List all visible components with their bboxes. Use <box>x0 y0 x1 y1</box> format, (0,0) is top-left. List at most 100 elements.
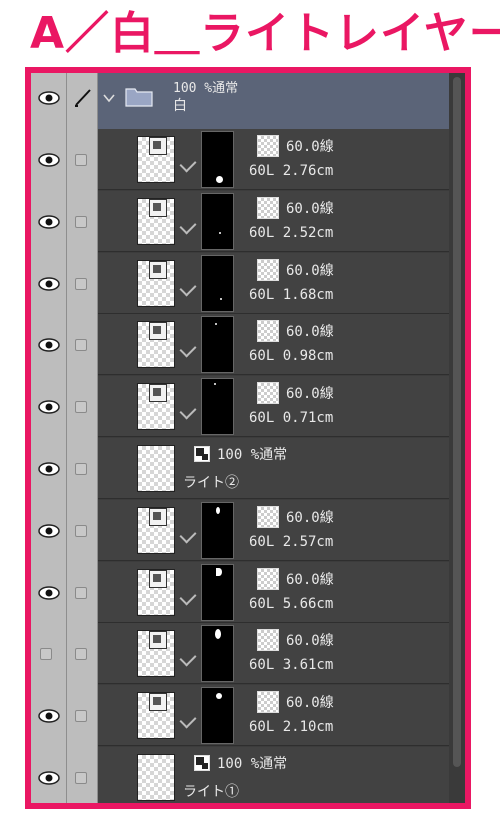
layer-thumbnail <box>137 754 175 801</box>
layer-row[interactable]: 60.0線 60L 0.71cm <box>31 376 455 438</box>
vector-layer-icon <box>149 507 167 526</box>
layer-opacity-mode: 60.0線 <box>286 695 334 712</box>
lock-checkbox[interactable] <box>75 710 87 723</box>
layer-row[interactable]: 100 %通常ライト② <box>31 438 455 499</box>
eye-icon[interactable] <box>38 215 60 229</box>
layer-opacity-mode: 60.0線 <box>286 200 334 217</box>
blend-thumbnail <box>257 382 279 405</box>
lock-checkbox[interactable] <box>75 772 87 784</box>
blend-thumbnail <box>257 196 279 219</box>
layer-row[interactable]: 60.0線 60L 0.98cm <box>31 314 455 376</box>
vector-layer-icon <box>149 322 167 341</box>
lock-checkbox[interactable] <box>75 339 87 352</box>
mask-spot <box>216 506 220 514</box>
mask-thumbnail <box>201 563 234 621</box>
eye-icon[interactable] <box>38 91 60 105</box>
mask-thumbnail <box>201 316 234 374</box>
layer-opacity-mode: 60.0線 <box>286 509 334 526</box>
layer-row[interactable]: 60.0線 60L 2.10cm <box>31 685 455 747</box>
layer-row[interactable]: 60.0線 60L 5.66cm <box>31 561 455 623</box>
mask-thumbnail <box>201 192 234 250</box>
mask-spot <box>215 323 217 326</box>
vector-layer-icon <box>149 693 167 712</box>
lock-checkbox[interactable] <box>75 463 87 475</box>
vector-layer-icon <box>149 137 167 155</box>
mask-spot <box>216 176 223 183</box>
blend-thumbnail <box>257 320 279 343</box>
layer-row[interactable]: 60.0線 60L 3.61cm <box>31 623 455 685</box>
layer-info: 60L 2.76cm <box>249 163 334 179</box>
blend-thumbnail <box>257 567 279 590</box>
visibility-checkbox[interactable] <box>40 648 52 661</box>
layer-opacity-mode: 60.0線 <box>286 633 334 650</box>
lock-checkbox[interactable] <box>75 401 87 414</box>
layer-thumbnail <box>137 445 175 492</box>
folder-icon <box>125 88 153 107</box>
vector-layer-icon <box>149 384 167 403</box>
layer-info: 60L 2.57cm <box>249 533 334 550</box>
layer-row[interactable]: 60.0線 60L 2.57cm <box>31 499 455 561</box>
mask-thumbnail <box>201 131 234 188</box>
eye-icon[interactable] <box>38 709 60 723</box>
mask-spot <box>220 297 222 300</box>
mask-thumbnail <box>201 625 234 683</box>
vector-layer-icon <box>149 569 167 588</box>
lock-checkbox[interactable] <box>75 215 87 228</box>
layer-row[interactable]: 100 %通常ライト① <box>31 747 455 803</box>
layer-info: 60L 5.66cm <box>249 595 334 612</box>
raster-layer-icon <box>194 755 210 771</box>
mask-thumbnail <box>201 687 234 745</box>
eye-icon[interactable] <box>38 276 60 291</box>
blend-thumbnail <box>257 505 279 528</box>
layer-opacity-mode: 60.0線 <box>286 139 334 155</box>
eye-icon[interactable] <box>38 771 60 785</box>
mask-thumbnail <box>201 254 234 312</box>
eye-icon[interactable] <box>38 153 60 167</box>
blend-thumbnail <box>257 691 279 714</box>
scrollbar[interactable] <box>449 73 465 803</box>
raster-layer-icon <box>194 446 210 462</box>
layer-info: 60L 2.10cm <box>249 719 334 736</box>
layer-opacity-mode: 60.0線 <box>286 386 334 403</box>
blend-thumbnail <box>257 135 279 157</box>
layer-panel: 100 %通常 白 60.0線 60L 2.76cm 60.0線 60L 2.52cm… <box>25 67 471 809</box>
lock-checkbox[interactable] <box>75 524 87 537</box>
vector-layer-icon <box>149 198 167 217</box>
eye-icon[interactable] <box>38 400 60 414</box>
vector-layer-icon <box>149 631 167 650</box>
scrollbar-thumb[interactable] <box>453 77 461 767</box>
lock-checkbox[interactable] <box>75 277 87 290</box>
eye-icon[interactable] <box>38 462 60 476</box>
mask-spot <box>219 231 221 234</box>
layer-name: ライト① <box>183 784 239 800</box>
eye-icon[interactable] <box>38 338 60 353</box>
layer-info: 60L 3.61cm <box>249 657 334 674</box>
layer-opacity-mode: 60.0線 <box>286 324 334 341</box>
mask-spot <box>216 693 222 700</box>
layer-info: 60L 0.98cm <box>249 348 334 365</box>
lock-checkbox[interactable] <box>75 154 87 166</box>
layer-name: ライト② <box>183 475 239 491</box>
vector-layer-icon <box>149 260 167 279</box>
folder-opacity-mode: 100 %通常 <box>173 81 239 96</box>
layer-row[interactable]: 60.0線 60L 2.52cm <box>31 190 455 252</box>
layer-opacity-mode: 60.0線 <box>286 262 334 279</box>
page-title: A／白＿ライトレイヤー <box>30 8 500 59</box>
eye-icon[interactable] <box>38 524 60 538</box>
layer-info: 60L 2.52cm <box>249 224 334 241</box>
chevron-down-icon[interactable] <box>103 93 115 103</box>
eye-icon[interactable] <box>38 585 60 600</box>
mask-spot <box>214 383 216 386</box>
layer-row[interactable]: 60.0線 60L 2.76cm <box>31 129 455 190</box>
lock-checkbox[interactable] <box>75 586 87 599</box>
layer-opacity-mode: 100 %通常 <box>217 756 288 772</box>
layer-info: 60L 0.71cm <box>249 410 334 427</box>
layer-opacity-mode: 100 %通常 <box>217 447 288 463</box>
folder-row[interactable]: 100 %通常 白 <box>31 73 455 134</box>
lock-checkbox[interactable] <box>75 648 87 661</box>
blend-thumbnail <box>257 258 279 281</box>
layer-row[interactable]: 60.0線 60L 1.68cm <box>31 252 455 314</box>
layer-info: 60L 1.68cm <box>249 286 334 303</box>
mask-thumbnail <box>201 501 234 559</box>
pen-icon[interactable] <box>73 87 93 107</box>
